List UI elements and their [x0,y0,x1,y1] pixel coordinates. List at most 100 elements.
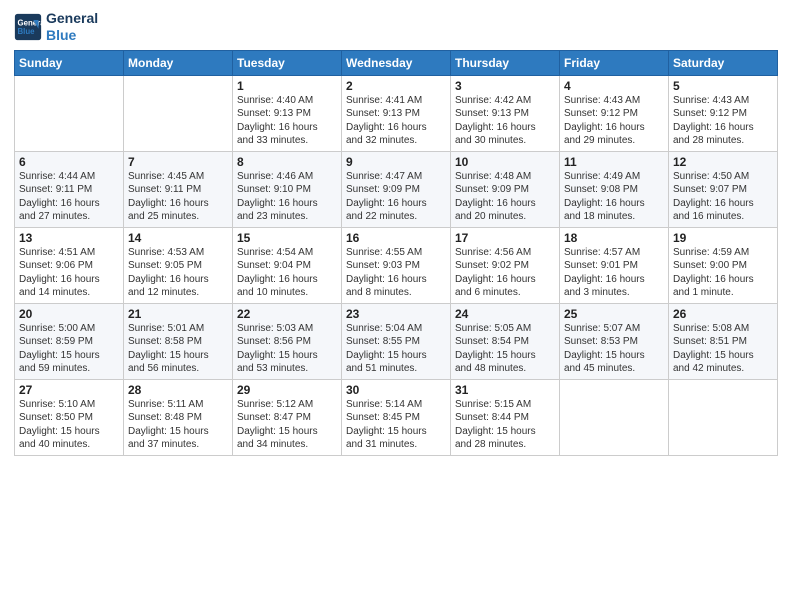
day-detail: Sunrise: 4:49 AM Sunset: 9:08 PM Dayligh… [564,170,664,224]
calendar-cell: 3Sunrise: 4:42 AM Sunset: 9:13 PM Daylig… [451,75,560,151]
day-of-week-header: Friday [560,50,669,75]
day-detail: Sunrise: 4:47 AM Sunset: 9:09 PM Dayligh… [346,170,446,224]
calendar-week-row: 6Sunrise: 4:44 AM Sunset: 9:11 PM Daylig… [15,151,778,227]
day-number: 29 [237,383,337,397]
day-detail: Sunrise: 5:08 AM Sunset: 8:51 PM Dayligh… [673,322,773,376]
day-of-week-header: Tuesday [233,50,342,75]
day-of-week-header: Saturday [669,50,778,75]
calendar-cell: 23Sunrise: 5:04 AM Sunset: 8:55 PM Dayli… [342,303,451,379]
day-number: 7 [128,155,228,169]
calendar-cell: 29Sunrise: 5:12 AM Sunset: 8:47 PM Dayli… [233,379,342,455]
calendar-cell [560,379,669,455]
day-detail: Sunrise: 5:10 AM Sunset: 8:50 PM Dayligh… [19,398,119,452]
calendar-cell: 21Sunrise: 5:01 AM Sunset: 8:58 PM Dayli… [124,303,233,379]
day-number: 16 [346,231,446,245]
calendar-cell: 7Sunrise: 4:45 AM Sunset: 9:11 PM Daylig… [124,151,233,227]
calendar-cell: 24Sunrise: 5:05 AM Sunset: 8:54 PM Dayli… [451,303,560,379]
calendar-week-row: 20Sunrise: 5:00 AM Sunset: 8:59 PM Dayli… [15,303,778,379]
day-detail: Sunrise: 4:43 AM Sunset: 9:12 PM Dayligh… [673,94,773,148]
day-number: 21 [128,307,228,321]
day-number: 18 [564,231,664,245]
day-detail: Sunrise: 5:14 AM Sunset: 8:45 PM Dayligh… [346,398,446,452]
day-number: 1 [237,79,337,93]
page: General Blue General Blue SundayMondayTu… [0,0,792,612]
day-number: 4 [564,79,664,93]
day-of-week-header: Wednesday [342,50,451,75]
calendar-week-row: 27Sunrise: 5:10 AM Sunset: 8:50 PM Dayli… [15,379,778,455]
day-detail: Sunrise: 4:41 AM Sunset: 9:13 PM Dayligh… [346,94,446,148]
calendar-cell: 11Sunrise: 4:49 AM Sunset: 9:08 PM Dayli… [560,151,669,227]
calendar-cell: 14Sunrise: 4:53 AM Sunset: 9:05 PM Dayli… [124,227,233,303]
calendar-cell: 18Sunrise: 4:57 AM Sunset: 9:01 PM Dayli… [560,227,669,303]
calendar-cell: 12Sunrise: 4:50 AM Sunset: 9:07 PM Dayli… [669,151,778,227]
day-number: 8 [237,155,337,169]
svg-text:Blue: Blue [18,27,36,36]
day-detail: Sunrise: 4:43 AM Sunset: 9:12 PM Dayligh… [564,94,664,148]
day-number: 11 [564,155,664,169]
day-number: 3 [455,79,555,93]
calendar-cell: 2Sunrise: 4:41 AM Sunset: 9:13 PM Daylig… [342,75,451,151]
day-number: 13 [19,231,119,245]
logo-icon: General Blue [14,13,42,41]
day-detail: Sunrise: 4:46 AM Sunset: 9:10 PM Dayligh… [237,170,337,224]
day-detail: Sunrise: 5:05 AM Sunset: 8:54 PM Dayligh… [455,322,555,376]
day-detail: Sunrise: 4:57 AM Sunset: 9:01 PM Dayligh… [564,246,664,300]
calendar-week-row: 13Sunrise: 4:51 AM Sunset: 9:06 PM Dayli… [15,227,778,303]
calendar-cell: 16Sunrise: 4:55 AM Sunset: 9:03 PM Dayli… [342,227,451,303]
calendar-table: SundayMondayTuesdayWednesdayThursdayFrid… [14,50,778,456]
day-number: 14 [128,231,228,245]
day-number: 28 [128,383,228,397]
day-of-week-header: Monday [124,50,233,75]
day-number: 17 [455,231,555,245]
day-detail: Sunrise: 5:11 AM Sunset: 8:48 PM Dayligh… [128,398,228,452]
calendar-cell: 6Sunrise: 4:44 AM Sunset: 9:11 PM Daylig… [15,151,124,227]
day-number: 22 [237,307,337,321]
day-number: 26 [673,307,773,321]
day-detail: Sunrise: 4:53 AM Sunset: 9:05 PM Dayligh… [128,246,228,300]
calendar-cell: 5Sunrise: 4:43 AM Sunset: 9:12 PM Daylig… [669,75,778,151]
day-number: 20 [19,307,119,321]
calendar-cell: 22Sunrise: 5:03 AM Sunset: 8:56 PM Dayli… [233,303,342,379]
day-detail: Sunrise: 4:56 AM Sunset: 9:02 PM Dayligh… [455,246,555,300]
day-of-week-header: Thursday [451,50,560,75]
day-detail: Sunrise: 4:40 AM Sunset: 9:13 PM Dayligh… [237,94,337,148]
calendar-cell: 27Sunrise: 5:10 AM Sunset: 8:50 PM Dayli… [15,379,124,455]
day-detail: Sunrise: 4:54 AM Sunset: 9:04 PM Dayligh… [237,246,337,300]
day-detail: Sunrise: 4:42 AM Sunset: 9:13 PM Dayligh… [455,94,555,148]
calendar-cell: 15Sunrise: 4:54 AM Sunset: 9:04 PM Dayli… [233,227,342,303]
day-number: 5 [673,79,773,93]
day-number: 30 [346,383,446,397]
day-number: 19 [673,231,773,245]
day-detail: Sunrise: 4:51 AM Sunset: 9:06 PM Dayligh… [19,246,119,300]
logo: General Blue General Blue [14,10,98,44]
day-number: 25 [564,307,664,321]
day-detail: Sunrise: 5:15 AM Sunset: 8:44 PM Dayligh… [455,398,555,452]
header: General Blue General Blue [14,10,778,44]
day-detail: Sunrise: 5:12 AM Sunset: 8:47 PM Dayligh… [237,398,337,452]
day-number: 12 [673,155,773,169]
day-detail: Sunrise: 5:04 AM Sunset: 8:55 PM Dayligh… [346,322,446,376]
calendar-cell: 17Sunrise: 4:56 AM Sunset: 9:02 PM Dayli… [451,227,560,303]
day-number: 27 [19,383,119,397]
calendar-cell: 8Sunrise: 4:46 AM Sunset: 9:10 PM Daylig… [233,151,342,227]
day-number: 9 [346,155,446,169]
day-detail: Sunrise: 5:03 AM Sunset: 8:56 PM Dayligh… [237,322,337,376]
day-detail: Sunrise: 5:01 AM Sunset: 8:58 PM Dayligh… [128,322,228,376]
calendar-cell: 25Sunrise: 5:07 AM Sunset: 8:53 PM Dayli… [560,303,669,379]
day-detail: Sunrise: 5:00 AM Sunset: 8:59 PM Dayligh… [19,322,119,376]
calendar-cell [669,379,778,455]
day-number: 6 [19,155,119,169]
logo-text: General Blue [46,10,98,44]
calendar-week-row: 1Sunrise: 4:40 AM Sunset: 9:13 PM Daylig… [15,75,778,151]
calendar-cell: 9Sunrise: 4:47 AM Sunset: 9:09 PM Daylig… [342,151,451,227]
calendar-cell: 13Sunrise: 4:51 AM Sunset: 9:06 PM Dayli… [15,227,124,303]
day-detail: Sunrise: 4:44 AM Sunset: 9:11 PM Dayligh… [19,170,119,224]
day-number: 24 [455,307,555,321]
day-number: 2 [346,79,446,93]
day-number: 10 [455,155,555,169]
day-of-week-header: Sunday [15,50,124,75]
day-number: 23 [346,307,446,321]
day-detail: Sunrise: 5:07 AM Sunset: 8:53 PM Dayligh… [564,322,664,376]
day-detail: Sunrise: 4:55 AM Sunset: 9:03 PM Dayligh… [346,246,446,300]
calendar-cell: 31Sunrise: 5:15 AM Sunset: 8:44 PM Dayli… [451,379,560,455]
